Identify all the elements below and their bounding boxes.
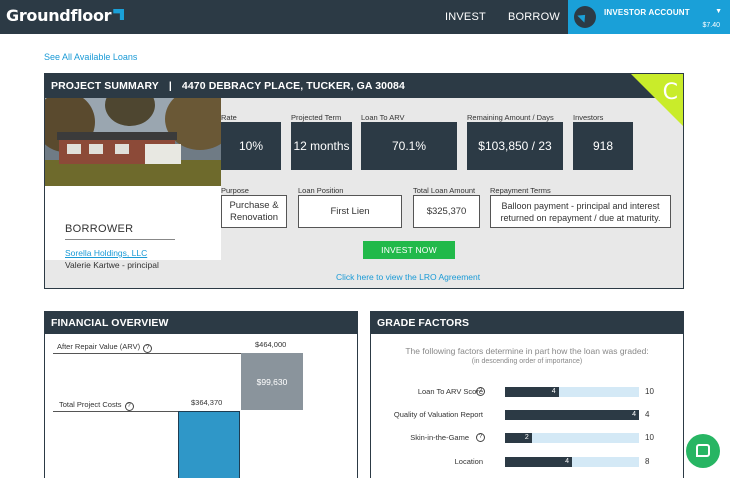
factor-track-loan-to-arv: 4 bbox=[505, 387, 639, 397]
remaining-amount-label: Remaining Amount / Days bbox=[467, 113, 554, 122]
financial-overview-title: FINANCIAL OVERVIEW bbox=[45, 312, 357, 334]
skin-in-the-game-help-icon[interactable]: ? bbox=[476, 433, 485, 442]
factor-label-location: Location bbox=[454, 457, 483, 466]
property-photo[interactable] bbox=[45, 98, 221, 186]
top-navigation-bar: Groundfloor INVEST BORROW INVESTOR ACCOU… bbox=[0, 0, 730, 34]
factor-max-location: 8 bbox=[645, 457, 650, 466]
factor-max-valuation: 4 bbox=[645, 410, 650, 419]
loan-to-arv-help-icon[interactable]: ? bbox=[476, 387, 485, 396]
repayment-terms-value: Balloon payment - principal and interest… bbox=[490, 195, 671, 228]
account-label: INVESTOR ACCOUNT bbox=[604, 8, 690, 17]
arv-guide-line bbox=[53, 353, 271, 354]
groundfloor-logo[interactable]: Groundfloor bbox=[6, 6, 125, 25]
cost-label: Total Project Costs? bbox=[59, 400, 134, 411]
arv-label-text: After Repair Value (ARV) bbox=[57, 342, 141, 351]
total-loan-amount-value: $325,370 bbox=[413, 195, 480, 228]
factor-score-location: 4 bbox=[505, 457, 572, 467]
arv-gap-bar: $99,630 bbox=[241, 353, 303, 410]
factor-track-location: 4 bbox=[505, 457, 639, 467]
borrower-heading: BORROWER bbox=[65, 223, 134, 235]
account-avatar-icon bbox=[574, 6, 596, 28]
chat-launcher-button[interactable] bbox=[686, 434, 720, 468]
project-summary-card: PROJECT SUMMARY | 4470 DEBRACY PLACE, TUCK… bbox=[44, 73, 684, 289]
financial-overview-panel: FINANCIAL OVERVIEW After Repair Value (A… bbox=[44, 311, 358, 478]
grade-factors-subtitle: (in descending order of importance) bbox=[471, 358, 583, 365]
arv-value: $464,000 bbox=[255, 340, 287, 349]
logo-text: Groundfloor bbox=[6, 6, 112, 25]
property-panel: BORROWER Sorella Holdings, LLC Valerie K… bbox=[45, 98, 221, 270]
factor-track-skin-in-the-game: 2 bbox=[505, 433, 639, 443]
investors-value: 918 bbox=[573, 122, 633, 170]
projected-term-label: Projected Term bbox=[291, 113, 342, 122]
loan-position-label: Loan Position bbox=[298, 186, 344, 195]
account-balance: $7.40 bbox=[702, 22, 720, 29]
factor-max-skin-in-the-game: 10 bbox=[645, 433, 654, 442]
borrower-divider bbox=[65, 239, 175, 240]
loan-to-arv-label: Loan To ARV bbox=[361, 113, 405, 122]
factor-score-skin-in-the-game: 2 bbox=[505, 433, 532, 443]
project-summary-title: PROJECT SUMMARY bbox=[51, 80, 159, 92]
repayment-terms-label: Repayment Terms bbox=[490, 186, 551, 195]
nav-borrow[interactable]: BORROW bbox=[508, 11, 560, 23]
see-all-loans-link[interactable]: See All Available Loans bbox=[44, 52, 137, 62]
total-loan-amount-label: Total Loan Amount bbox=[413, 186, 476, 195]
project-summary-header: PROJECT SUMMARY | 4470 DEBRACY PLACE, TUCK… bbox=[45, 74, 683, 98]
invest-now-button[interactable]: INVEST NOW bbox=[363, 241, 455, 259]
grade-factors-title: GRADE FACTORS bbox=[371, 312, 683, 334]
factor-score-valuation: 4 bbox=[505, 410, 639, 420]
nav-invest[interactable]: INVEST bbox=[445, 11, 486, 23]
loan-grade: C bbox=[662, 80, 678, 105]
logo-mark-icon bbox=[113, 9, 125, 20]
factor-label-valuation: Quality of Valuation Report bbox=[393, 410, 483, 419]
factor-score-loan-to-arv: 4 bbox=[505, 387, 559, 397]
remaining-amount-value: $103,850 / 23 bbox=[467, 122, 563, 170]
arv-help-icon[interactable]: ? bbox=[143, 344, 153, 353]
projected-term-value: 12 months bbox=[291, 122, 352, 170]
total-project-costs-bar bbox=[178, 411, 240, 478]
cost-value: $364,370 bbox=[191, 398, 223, 407]
loan-to-arv-value: 70.1% bbox=[361, 122, 457, 170]
borrower-company-link[interactable]: Sorella Holdings, LLC bbox=[65, 248, 147, 258]
arv-label: After Repair Value (ARV)? bbox=[57, 342, 153, 353]
cost-help-icon[interactable]: ? bbox=[124, 402, 134, 411]
purpose-label: Purpose bbox=[221, 186, 249, 195]
title-separator: | bbox=[168, 80, 172, 92]
investors-label: Investors bbox=[573, 113, 604, 122]
loan-position-value: First Lien bbox=[298, 195, 402, 228]
purpose-value: Purchase & Renovation bbox=[221, 195, 287, 228]
lro-agreement-link[interactable]: Click here to view the LRO Agreement bbox=[336, 272, 480, 282]
grade-factors-intro: The following factors determine in part … bbox=[405, 346, 649, 356]
rate-value: 10% bbox=[221, 122, 281, 170]
borrower-principal: Valerie Kartwe - principal bbox=[65, 260, 159, 270]
investor-account-menu[interactable]: INVESTOR ACCOUNT ▼ $7.40 bbox=[568, 0, 730, 34]
rate-label: Rate bbox=[221, 113, 237, 122]
factor-label-loan-to-arv: Loan To ARV Score bbox=[417, 387, 483, 396]
cost-label-text: Total Project Costs bbox=[59, 400, 122, 409]
caret-down-icon: ▼ bbox=[715, 8, 722, 15]
grade-factors-panel: GRADE FACTORS The following factors dete… bbox=[370, 311, 684, 478]
chat-icon bbox=[696, 444, 710, 457]
project-address: 4470 DEBRACY PLACE, TUCKER, GA 30084 bbox=[181, 80, 405, 92]
factor-track-valuation: 4 bbox=[505, 410, 639, 420]
factor-max-loan-to-arv: 10 bbox=[645, 387, 654, 396]
factor-label-skin-in-the-game: Skin-in-the-Game bbox=[410, 433, 469, 442]
